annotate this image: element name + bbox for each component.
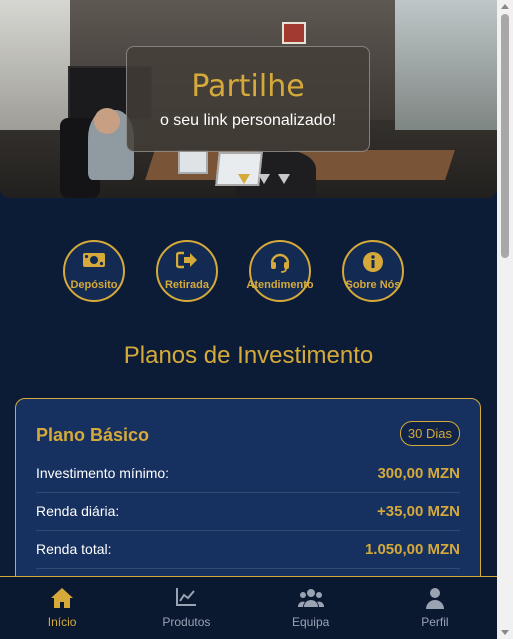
plan-row-min-investment: Investimento mínimo: 300,00 MZN bbox=[36, 454, 460, 493]
withdraw-label: Retirada bbox=[164, 279, 210, 291]
plan-row-label: Renda total: bbox=[36, 541, 112, 557]
banner-title: Partilhe bbox=[191, 69, 305, 104]
plan-row-total-income: Renda total: 1.050,00 MZN bbox=[36, 530, 460, 569]
banner-carousel[interactable]: Partilhe o seu link personalizado! bbox=[0, 0, 497, 198]
about-us-button[interactable]: Sobre Nós bbox=[342, 240, 404, 302]
banner-photo-frame bbox=[282, 22, 306, 44]
nav-label: Perfil bbox=[421, 615, 449, 629]
scroll-down-icon[interactable] bbox=[501, 630, 509, 635]
nav-item-team[interactable]: Equipa bbox=[249, 577, 373, 639]
banner-photo-window bbox=[0, 0, 70, 130]
plan-name: Plano Básico bbox=[36, 425, 150, 445]
carousel-indicators bbox=[238, 174, 290, 184]
plan-row-label: Investimento mínimo: bbox=[36, 465, 170, 481]
carousel-dot-3[interactable] bbox=[278, 174, 290, 184]
user-icon bbox=[425, 588, 444, 609]
plan-row-value: 1.050,00 MZN bbox=[364, 540, 460, 558]
plan-row-value: 300,00 MZN bbox=[377, 464, 460, 482]
scroll-up-icon[interactable] bbox=[501, 4, 509, 9]
scrollbar-thumb[interactable] bbox=[501, 14, 509, 258]
headset-icon bbox=[270, 253, 290, 273]
deposit-label: Depósito bbox=[70, 279, 118, 291]
support-label: Atendimento bbox=[246, 279, 314, 291]
banner-photo-person-head bbox=[94, 108, 120, 134]
info-icon bbox=[363, 252, 383, 272]
carousel-dot-2[interactable] bbox=[258, 174, 270, 184]
plan-row-label: Renda diária: bbox=[36, 503, 120, 519]
users-icon bbox=[297, 589, 324, 607]
nav-item-home[interactable]: Início bbox=[0, 577, 124, 639]
plan-row-value: +35,00 MZN bbox=[377, 502, 460, 520]
quick-actions: Depósito Retirada Atendimento Sobre Nós bbox=[63, 240, 404, 302]
home-icon bbox=[51, 588, 74, 608]
nav-item-products[interactable]: Produtos bbox=[124, 577, 248, 639]
sign-out-icon bbox=[176, 251, 197, 269]
cash-icon bbox=[83, 253, 105, 267]
nav-label: Equipa bbox=[291, 615, 330, 629]
support-button[interactable]: Atendimento bbox=[246, 240, 314, 302]
deposit-button[interactable]: Depósito bbox=[63, 240, 125, 302]
nav-label: Produtos bbox=[162, 615, 211, 629]
app: Partilhe o seu link personalizado! Depós… bbox=[0, 0, 497, 639]
plan-card[interactable]: Plano Básico 30 Dias Investimento mínimo… bbox=[15, 398, 481, 598]
nav-label: Início bbox=[47, 615, 77, 629]
banner-caption: Partilhe o seu link personalizado! bbox=[126, 46, 370, 152]
section-title: Planos de Investimento bbox=[123, 342, 374, 369]
banner-subtitle: o seu link personalizado! bbox=[159, 112, 337, 129]
nav-item-profile[interactable]: Perfil bbox=[373, 577, 497, 639]
plan-row-daily-income: Renda diária: +35,00 MZN bbox=[36, 492, 460, 531]
about-us-label: Sobre Nós bbox=[345, 279, 401, 291]
plan-duration-badge: 30 Dias bbox=[399, 421, 460, 446]
scrollbar[interactable] bbox=[497, 0, 513, 639]
chart-line-icon bbox=[176, 588, 197, 606]
bottom-nav: Início Produtos Equipa Perfil bbox=[0, 576, 497, 639]
withdraw-button[interactable]: Retirada bbox=[156, 240, 218, 302]
banner-photo-window bbox=[395, 0, 497, 130]
banner-photo-laptop bbox=[178, 150, 208, 174]
carousel-dot-1[interactable] bbox=[238, 174, 250, 184]
